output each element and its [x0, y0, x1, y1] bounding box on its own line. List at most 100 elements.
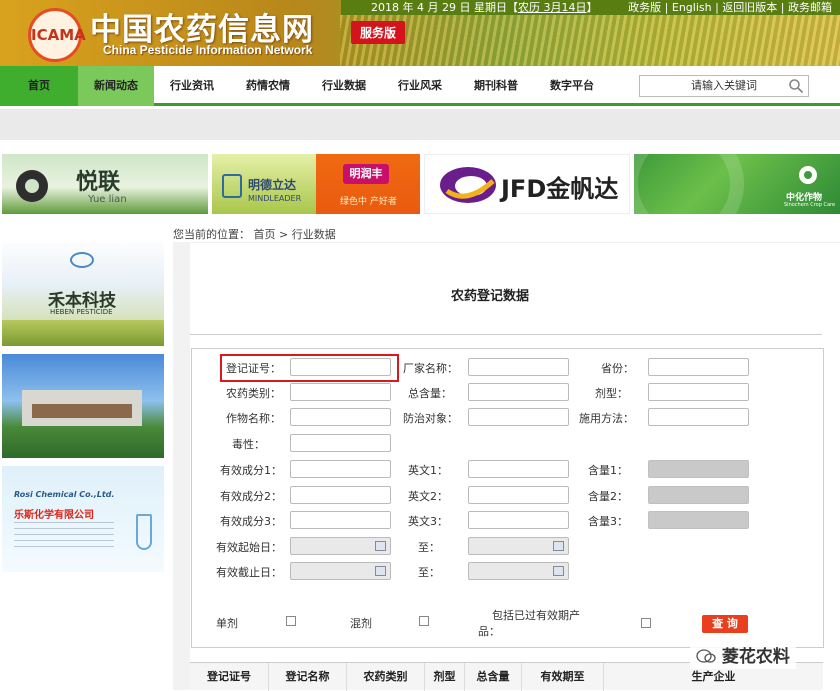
label-manufacturer: 厂家名称：: [403, 362, 458, 375]
heben-logo-icon: [70, 252, 94, 268]
ad-mingrunfeng[interactable]: 明润丰 绿色中 产好者: [316, 154, 420, 214]
total-content-input[interactable]: [468, 383, 569, 401]
end-date-from-input[interactable]: [290, 562, 391, 580]
label-mixed: 混剂: [350, 617, 372, 630]
site-logo[interactable]: ICAMA: [28, 8, 86, 62]
search-input[interactable]: 请输入关键词: [639, 75, 809, 97]
method-input[interactable]: [648, 408, 749, 426]
content-1-input[interactable]: [648, 460, 749, 478]
ad-mindleader-text: 明德立达: [248, 178, 297, 192]
header-field-image: [340, 15, 840, 66]
calendar-icon[interactable]: [553, 566, 564, 576]
label-to-1: 至：: [418, 541, 440, 554]
th-total: 总含量: [465, 663, 522, 691]
nav-industry-data[interactable]: 行业数据: [310, 66, 378, 106]
mindleader-logo-icon: [222, 174, 242, 198]
ad-yuelian[interactable]: 悦联 Yue lian: [2, 154, 208, 214]
ingredient-1-input[interactable]: [290, 460, 391, 478]
ad-mindleader-en: MINDLEADER: [248, 194, 302, 203]
label-content-1: 含量1：: [588, 464, 628, 477]
search-icon[interactable]: [788, 78, 804, 94]
page-title: 农药登记数据: [450, 289, 529, 304]
content-2-input[interactable]: [648, 486, 749, 504]
start-date-to-input[interactable]: [468, 537, 569, 555]
sinochem-emblem: [634, 154, 744, 214]
end-date-to-input[interactable]: [468, 562, 569, 580]
mixed-checkbox[interactable]: [419, 616, 429, 626]
factory-sign-image: [32, 404, 132, 418]
ad-mindleader[interactable]: 明德立达 MINDLEADER: [212, 154, 316, 214]
nav-industry-style[interactable]: 行业风采: [386, 66, 454, 106]
nav-journals[interactable]: 期刊科普: [462, 66, 530, 106]
single-checkbox[interactable]: [286, 616, 296, 626]
label-target: 防治对象：: [403, 412, 458, 425]
label-include-expired-2: 品：: [478, 625, 500, 638]
include-expired-checkbox[interactable]: [641, 618, 651, 628]
province-input[interactable]: [648, 358, 749, 376]
english-3-input[interactable]: [468, 511, 569, 529]
service-badge: 服务版: [351, 21, 406, 44]
yuelian-logo-icon: [16, 170, 48, 202]
target-input[interactable]: [468, 408, 569, 426]
site-header: ICAMA 中国农药信息网 China Pesticide Informatio…: [0, 0, 840, 66]
nav-pest-situation[interactable]: 药情农情: [234, 66, 302, 106]
label-category: 农药类别：: [226, 387, 281, 400]
sidebar-rosi-en: Rosi Chemical Co.,Ltd.: [14, 490, 115, 499]
label-include-expired: 包括已过有效期产: [492, 609, 580, 622]
formulation-input[interactable]: [648, 383, 749, 401]
sidebar-ad-heben[interactable]: 禾本科技 HEBEN PESTICIDE: [2, 242, 164, 346]
label-formulation: 剂型：: [595, 387, 628, 400]
sidebar-ad-rosi[interactable]: Rosi Chemical Co.,Ltd. 乐斯化学有限公司: [2, 466, 164, 572]
th-reg-name: 登记名称: [269, 663, 347, 691]
label-start-date: 有效起始日：: [216, 541, 282, 554]
sidebar-ad-factory[interactable]: [2, 354, 164, 458]
ad-sinochem[interactable]: 中化作物 Sinochem Crop Care: [634, 154, 840, 214]
th-valid-until: 有效期至: [522, 663, 604, 691]
flask-icon: [136, 514, 152, 550]
watermark: 菱花农料: [690, 640, 796, 669]
query-button[interactable]: 查 询: [702, 615, 748, 633]
highlight-box: [220, 354, 399, 382]
english-2-input[interactable]: [468, 486, 569, 504]
category-input[interactable]: [290, 383, 391, 401]
ad-yuelian-text: 悦联: [76, 170, 121, 195]
label-province: 省份：: [601, 362, 634, 375]
label-ingredient-2: 有效成分2：: [220, 490, 282, 503]
ad-mingrunfeng-badge: 明润丰: [343, 164, 389, 184]
crop-input[interactable]: [290, 408, 391, 426]
ad-jfd-text: JFD金帆达: [501, 175, 619, 203]
nav-industry-info[interactable]: 行业资讯: [158, 66, 226, 106]
label-method: 施用方法：: [579, 412, 634, 425]
label-content-2: 含量2：: [588, 490, 628, 503]
ad-jfd[interactable]: JFD金帆达: [424, 154, 630, 214]
calendar-icon[interactable]: [375, 541, 386, 551]
th-formulation: 剂型: [425, 663, 465, 691]
date-text: 2018 年 4 月 29 日 星期日【农历 3月14日】: [371, 1, 598, 14]
label-english-3: 英文3：: [408, 515, 448, 528]
english-1-input[interactable]: [468, 460, 569, 478]
rosi-description-lines: [14, 522, 114, 552]
ingredient-3-input[interactable]: [290, 511, 391, 529]
nav-news[interactable]: 新闻动态: [78, 66, 154, 106]
sidebar-heben-en: HEBEN PESTICIDE: [50, 308, 113, 316]
breadcrumb: 您当前的位置： 首页 > 行业数据: [173, 228, 336, 241]
nav-home[interactable]: 首页: [0, 66, 78, 106]
label-english-1: 英文1：: [408, 464, 448, 477]
toxicity-input[interactable]: [290, 434, 391, 452]
label-to-2: 至：: [418, 566, 440, 579]
label-content-3: 含量3：: [588, 515, 628, 528]
calendar-icon[interactable]: [553, 541, 564, 551]
title-divider: [190, 334, 822, 335]
calendar-icon[interactable]: [375, 566, 386, 576]
lunar-date: 农历 3月14日: [517, 1, 587, 14]
label-toxicity: 毒性：: [232, 438, 265, 451]
manufacturer-input[interactable]: [468, 358, 569, 376]
content-3-input[interactable]: [648, 511, 749, 529]
start-date-from-input[interactable]: [290, 537, 391, 555]
label-english-2: 英文2：: [408, 490, 448, 503]
nav-digital-platform[interactable]: 数字平台: [538, 66, 606, 106]
ad-yuelian-en: Yue lian: [88, 194, 127, 205]
heben-field-image: [2, 320, 164, 346]
ingredient-2-input[interactable]: [290, 486, 391, 504]
top-links[interactable]: 政务版 | English | 返回旧版本 | 政务邮箱: [628, 0, 832, 15]
